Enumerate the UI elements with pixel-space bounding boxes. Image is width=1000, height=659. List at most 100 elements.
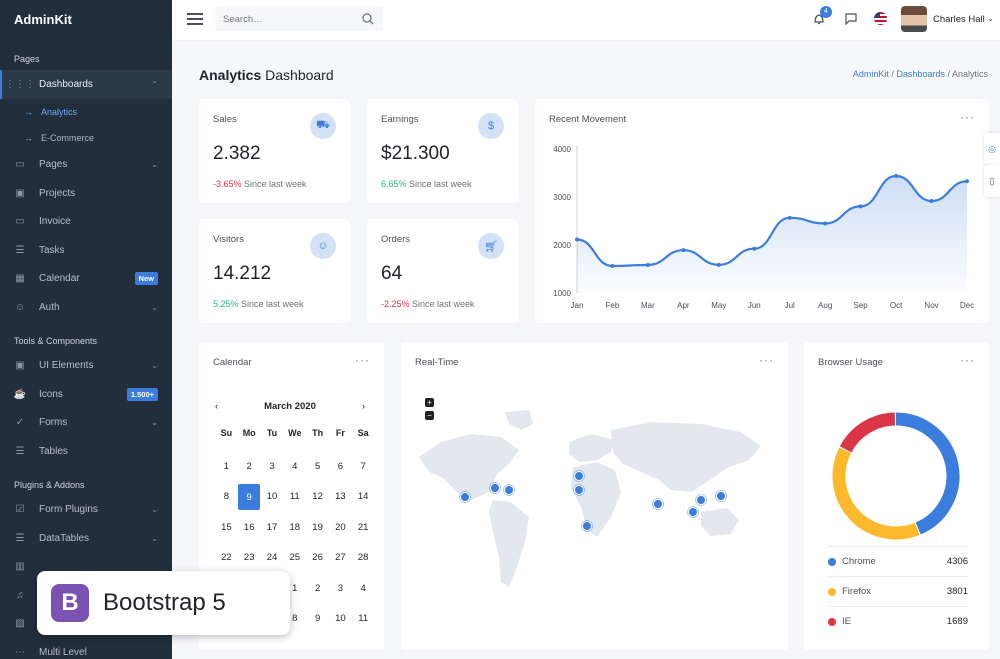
sidebar-item-tasks[interactable]: ☰ Tasks bbox=[0, 236, 172, 265]
calendar-day[interactable]: 6 bbox=[329, 459, 352, 490]
calendar-day[interactable]: 10 bbox=[329, 611, 352, 642]
map-marker[interactable] bbox=[653, 499, 663, 509]
sidebar-item-projects[interactable]: ▣ Projects bbox=[0, 179, 172, 208]
calendar-day[interactable]: 8 bbox=[215, 489, 238, 520]
data-point bbox=[965, 179, 969, 184]
x-tick-label: Feb bbox=[606, 301, 620, 310]
chevron-down-icon[interactable]: ⌄ bbox=[987, 14, 994, 23]
sidebar-item-label: Icons bbox=[39, 388, 63, 400]
calendar-day[interactable]: 14 bbox=[352, 489, 375, 520]
calendar-day[interactable]: 13 bbox=[329, 489, 352, 520]
map-marker[interactable] bbox=[574, 471, 584, 481]
calendar-day[interactable]: 7 bbox=[352, 459, 375, 490]
docs-toggle-button[interactable]: ▯ bbox=[984, 165, 1000, 197]
sidebar-subitem-analytics[interactable]: → Analytics bbox=[0, 99, 172, 125]
calendar-day[interactable]: 21 bbox=[352, 520, 375, 551]
calendar-day-selected[interactable]: 9 bbox=[238, 484, 261, 520]
calendar-day[interactable]: 20 bbox=[329, 520, 352, 551]
bell-icon[interactable]: 4 bbox=[812, 6, 832, 31]
calendar-weekday: Sa bbox=[357, 428, 369, 438]
map-marker[interactable] bbox=[504, 485, 514, 495]
map-marker[interactable] bbox=[688, 507, 698, 517]
stat-change: 5.25% Since last week bbox=[213, 299, 304, 309]
calendar-day[interactable]: 16 bbox=[238, 520, 261, 551]
calendar-day[interactable]: 12 bbox=[306, 489, 329, 520]
search-icon[interactable] bbox=[362, 12, 374, 30]
avatar[interactable] bbox=[901, 6, 927, 32]
calendar-day[interactable]: 11 bbox=[283, 489, 306, 520]
more-horizontal-icon[interactable]: ··· bbox=[355, 353, 370, 367]
calendar-day[interactable]: 4 bbox=[283, 459, 306, 490]
calendar-weekday: Mo bbox=[242, 428, 256, 438]
chevron-right-icon[interactable]: › bbox=[362, 401, 365, 412]
data-point bbox=[929, 198, 934, 203]
data-point bbox=[787, 215, 792, 220]
sidebar-subitem-ecommerce[interactable]: → E-Commerce bbox=[0, 125, 172, 151]
calendar-day[interactable]: 11 bbox=[352, 611, 375, 642]
us-flag-icon[interactable] bbox=[874, 12, 887, 25]
breadcrumb-dashboards[interactable]: Dashboards bbox=[896, 69, 945, 79]
calendar-day[interactable]: 28 bbox=[352, 550, 375, 581]
sidebar-item-tables[interactable]: ☰ Tables bbox=[0, 437, 172, 466]
calendar-day[interactable]: 3 bbox=[329, 581, 352, 612]
calendar-day[interactable]: 10 bbox=[261, 489, 284, 520]
hamburger-menu-icon[interactable] bbox=[187, 13, 203, 25]
sidebar-item-label: Tasks bbox=[39, 244, 65, 256]
sidebar-item-label: Tables bbox=[39, 445, 68, 457]
calendar-day[interactable]: 5 bbox=[306, 459, 329, 490]
chevron-left-icon[interactable]: ‹ bbox=[215, 401, 218, 412]
more-horizontal-icon[interactable]: ··· bbox=[960, 353, 975, 367]
search-input[interactable] bbox=[215, 7, 383, 31]
sidebar-item-ui-elements[interactable]: ▣ UI Elements ⌄ bbox=[0, 352, 172, 381]
map-marker[interactable] bbox=[696, 495, 706, 505]
sidebar-item-icons[interactable]: ☕ Icons 1.500+ bbox=[0, 380, 172, 409]
map-marker[interactable] bbox=[574, 485, 584, 495]
map-marker[interactable] bbox=[490, 483, 500, 493]
arrow-right-icon: → bbox=[24, 106, 33, 117]
breadcrumb-adminkit[interactable]: AdminKit bbox=[853, 69, 889, 79]
sidebar-header-pages: Pages bbox=[14, 54, 40, 64]
user-name[interactable]: Charles Hall bbox=[933, 14, 985, 25]
sidebar-item-forms[interactable]: ✓ Forms ⌄ bbox=[0, 409, 172, 438]
message-square-icon[interactable] bbox=[844, 12, 858, 31]
sidebar-item-multilevel[interactable]: ⋯ Multi Level bbox=[0, 638, 172, 659]
stat-change-value: -2.25% bbox=[381, 299, 410, 309]
calendar-day[interactable]: 27 bbox=[329, 550, 352, 581]
map-marker[interactable] bbox=[460, 492, 470, 502]
sidebar-item-calendar[interactable]: ▦ Calendar New bbox=[0, 265, 172, 294]
calendar-day[interactable]: 19 bbox=[306, 520, 329, 551]
calendar-day[interactable]: 3 bbox=[261, 459, 284, 490]
coffee-icon: ☕ bbox=[13, 388, 27, 400]
sidebar-item-auth[interactable]: ☺ Auth ⌄ bbox=[0, 293, 172, 322]
x-tick-label: Sep bbox=[854, 301, 869, 310]
sidebar-item-invoice[interactable]: ▭ Invoice bbox=[0, 208, 172, 237]
calendar-day[interactable]: 1 bbox=[215, 459, 238, 490]
data-point bbox=[894, 173, 899, 178]
sidebar-item-datatables[interactable]: ☰ DataTables ⌄ bbox=[0, 524, 172, 553]
calendar-day[interactable]: 4 bbox=[352, 581, 375, 612]
map-marker[interactable] bbox=[716, 491, 726, 501]
page-title: Analytics Dashboard bbox=[199, 67, 334, 83]
x-tick-label: Apr bbox=[677, 301, 690, 310]
stat-change-label: Since last week bbox=[241, 179, 307, 189]
calendar-day[interactable]: 17 bbox=[261, 520, 284, 551]
share-icon: ⋯ bbox=[15, 646, 25, 658]
calendar-day[interactable]: 18 bbox=[283, 520, 306, 551]
calendar-day[interactable]: 2 bbox=[306, 581, 329, 612]
calendar-weekday: We bbox=[288, 428, 302, 438]
chevron-up-icon: ⌃ bbox=[151, 79, 158, 89]
sidebar-item-dashboards[interactable]: ⋮⋮⋮ Dashboards ⌃ bbox=[0, 70, 172, 99]
x-tick-label: Jun bbox=[748, 301, 761, 310]
map-marker[interactable] bbox=[582, 521, 592, 531]
sidebar-item-form-plugins[interactable]: ☑ Form Plugins ⌄ bbox=[0, 496, 172, 525]
brand-logo[interactable]: AdminKit bbox=[0, 0, 172, 40]
calendar-weekday: Fr bbox=[335, 428, 345, 438]
chevron-down-icon: ⌄ bbox=[151, 302, 158, 312]
settings-icon: ◎ bbox=[988, 143, 996, 154]
calendar-day[interactable]: 9 bbox=[306, 611, 329, 642]
calendar-day[interactable]: 26 bbox=[306, 550, 329, 581]
sidebar-item-pages[interactable]: ▭ Pages ⌄ bbox=[0, 151, 172, 180]
settings-toggle-button[interactable]: ◎ bbox=[984, 133, 1000, 165]
stat-label: Earnings bbox=[381, 114, 419, 125]
calendar-day[interactable]: 15 bbox=[215, 520, 238, 551]
